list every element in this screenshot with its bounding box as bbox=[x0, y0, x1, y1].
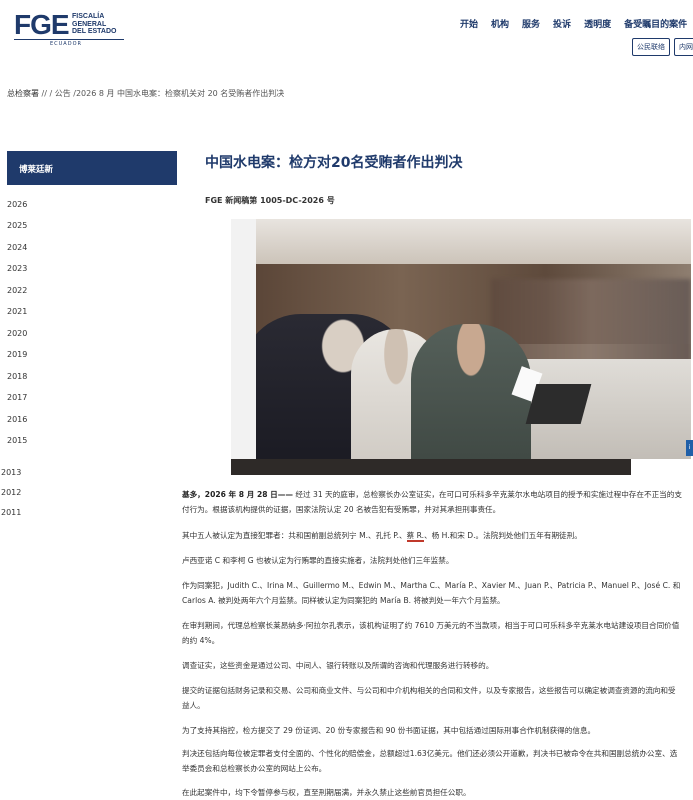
article-paragraph-2: 其中五人被认定为直接犯罪者：共和国前副总统列宁 M.、孔托 P.、蔡 R.、杨 … bbox=[182, 528, 682, 543]
main-nav: 开始 机构 服务 投诉 透明度 备受瞩目的案件 bbox=[460, 17, 693, 30]
nav-item-transparency[interactable]: 透明度 bbox=[584, 17, 611, 30]
article-paragraph-8: 为了支持其指控，检方提交了 29 份证词、20 份专家报告和 90 份书面证据，… bbox=[182, 726, 596, 735]
article-title: 中国水电案：检方对20名受贿者作出判决 bbox=[205, 155, 463, 171]
side-tab-icon[interactable]: i bbox=[686, 440, 693, 456]
photo-left-margin bbox=[231, 219, 256, 459]
article-paragraph-9: 判决还包括向每位被定罪者支付全面的、个性化的赔偿金，总额超过1.63亿美元。他们… bbox=[182, 749, 678, 773]
intranet-button[interactable]: 内网 bbox=[674, 38, 693, 56]
photo-ceiling bbox=[256, 219, 691, 269]
courtroom-photo bbox=[231, 219, 691, 475]
year-link-2018[interactable]: 2018 bbox=[7, 372, 27, 381]
logo-mark: FGE bbox=[14, 9, 70, 40]
article-paragraph-5: 在审判期间，代理总检察长莱昂纳多·阿拉尔孔表示，该机构证明了约 7610 万美元… bbox=[182, 621, 680, 645]
year-link-2013[interactable]: 2013 bbox=[1, 468, 21, 477]
breadcrumb-home[interactable]: 总检察署 bbox=[7, 89, 39, 98]
article-paragraph-7: 提交的证据包括财务记录和交易、公司和商业文件、与公司和中介机构相关的合同和文件，… bbox=[182, 686, 676, 710]
sidebar-title: 博莱廷新 bbox=[7, 151, 177, 185]
highlighted-name: 蔡 R. bbox=[406, 531, 425, 542]
breadcrumb-separator: // bbox=[39, 89, 50, 98]
breadcrumb: 总检察署 // / 公告 /2026 8 月 中国水电案：检察机关对 20 名受… bbox=[7, 88, 284, 99]
site-header: FGE FISCALÍA GENERAL DEL ESTADO ECUADOR … bbox=[0, 0, 693, 62]
photo-laptop bbox=[525, 384, 592, 424]
nav-item-services[interactable]: 服务 bbox=[522, 17, 540, 30]
nav-item-institution[interactable]: 机构 bbox=[491, 17, 509, 30]
paragraph-2-text-a: 其中五人被认定为直接犯罪者：共和国前副总统列宁 M.、孔托 P.、 bbox=[182, 531, 407, 540]
bulletin-number: FGE 新闻稿第 1005-DC-2026 号 bbox=[205, 196, 335, 205]
dateline: 基多，2026 年 8 月 28 日—— bbox=[182, 490, 293, 499]
photo-person-right bbox=[411, 324, 531, 469]
year-link-2022[interactable]: 2022 bbox=[7, 286, 27, 295]
paragraph-2-text-c: 、杨 H.和宋 D.。法院判处他们五年有期徒刑。 bbox=[424, 531, 582, 540]
year-link-2021[interactable]: 2021 bbox=[7, 307, 27, 316]
logo-wordmark: FISCALÍA GENERAL DEL ESTADO bbox=[72, 13, 117, 35]
year-link-2011[interactable]: 2011 bbox=[1, 508, 21, 517]
photo-bottom-strip bbox=[231, 459, 631, 475]
fge-logo[interactable]: FGE FISCALÍA GENERAL DEL ESTADO ECUADOR bbox=[14, 10, 124, 50]
year-link-2026[interactable]: 2026 bbox=[7, 200, 27, 209]
year-link-2012[interactable]: 2012 bbox=[1, 488, 21, 497]
year-link-2016[interactable]: 2016 bbox=[7, 415, 27, 424]
nav-item-complaints[interactable]: 投诉 bbox=[553, 17, 571, 30]
year-link-2019[interactable]: 2019 bbox=[7, 350, 27, 359]
year-link-2017[interactable]: 2017 bbox=[7, 393, 27, 402]
article-paragraph-3: 卢西亚诺 C 和李柯 G 也被认定为行贿罪的直接实施者，法院判处他们三年监禁。 bbox=[182, 556, 454, 565]
article-paragraph-6: 调查证实，这些资金是通过公司、中间人、银行转账以及所谓的咨询和代理服务进行转移的… bbox=[182, 661, 494, 670]
citizen-contact-button[interactable]: 公民联络 bbox=[632, 38, 670, 56]
article-paragraph-4: 作为同案犯，Judith C.、Irina M.、Guillermo M.、Ed… bbox=[182, 581, 681, 605]
breadcrumb-path: / 公告 /2026 8 月 中国水电案：检察机关对 20 名受贿者作出判决 bbox=[49, 89, 285, 98]
year-link-2025[interactable]: 2025 bbox=[7, 221, 27, 230]
year-link-2023[interactable]: 2023 bbox=[7, 264, 27, 273]
nav-item-high-profile-cases[interactable]: 备受瞩目的案件 bbox=[624, 17, 687, 30]
logo-country: ECUADOR bbox=[50, 41, 82, 47]
logo-divider bbox=[14, 39, 124, 40]
year-link-2015[interactable]: 2015 bbox=[7, 436, 27, 445]
year-link-2020[interactable]: 2020 bbox=[7, 329, 27, 338]
header-buttons: 公民联络 内网 bbox=[632, 38, 693, 56]
article-paragraph-1: 基多，2026 年 8 月 28 日—— 经过 31 天的庭审，总检察长办公室证… bbox=[182, 487, 682, 517]
article-paragraph-10: 在此起案件中，均下令暂停参与权，直至刑期届满，并永久禁止这些前官员担任公职。 bbox=[182, 788, 471, 797]
year-link-2024[interactable]: 2024 bbox=[7, 243, 27, 252]
nav-item-start[interactable]: 开始 bbox=[460, 17, 478, 30]
